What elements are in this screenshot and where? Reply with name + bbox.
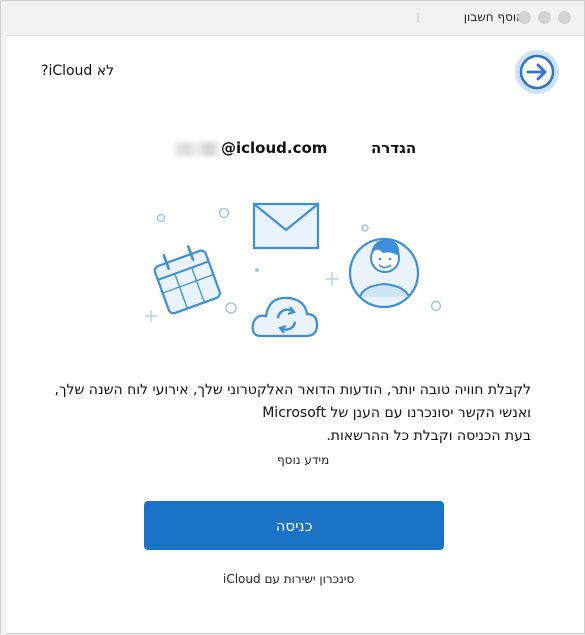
redacted-username <box>174 141 220 156</box>
sync-directly-note: סינכרון ישירות עם iCloud <box>223 572 355 586</box>
close-button[interactable] <box>558 11 571 24</box>
left-edge-shade <box>1 35 6 635</box>
setup-label: הגדרה <box>371 139 417 157</box>
more-info-link[interactable]: מידע נוסף <box>277 453 329 467</box>
title-bar-divider <box>417 13 419 23</box>
description-line: בעת הכניסה וקבלת כל ההרשאות. <box>326 428 531 444</box>
add-account-window: הוסף חשבון לא iCloud? הגדרה @icloud.com <box>0 0 585 635</box>
sync-description: לקבלת חוויה טובה יותר, הודעות הדואר האלק… <box>31 379 531 448</box>
sync-illustration <box>139 196 451 346</box>
next-arrow-button[interactable] <box>513 48 561 96</box>
mail-envelope-icon <box>252 202 320 250</box>
description-line: לקבלת חוויה טובה יותר, הודעות הדואר האלק… <box>54 382 531 398</box>
title-bar: הוסף חשבון <box>1 1 584 36</box>
calendar-icon <box>153 245 221 315</box>
email-address: @icloud.com <box>173 139 327 157</box>
maximize-button[interactable] <box>538 11 551 24</box>
window-title: הוסף חשבון <box>463 10 524 24</box>
sign-in-button[interactable]: כניסה <box>144 501 444 550</box>
cloud-sync-icon <box>251 296 319 338</box>
not-icloud-link[interactable]: לא iCloud? <box>41 63 114 79</box>
arrow-right-icon <box>515 50 559 94</box>
email-domain: @icloud.com <box>221 139 328 157</box>
description-line: ואנשי הקשר יסונכרנו עם הענן של Microsoft <box>262 405 531 421</box>
minimize-button[interactable] <box>518 11 531 24</box>
person-avatar-icon <box>348 237 420 309</box>
